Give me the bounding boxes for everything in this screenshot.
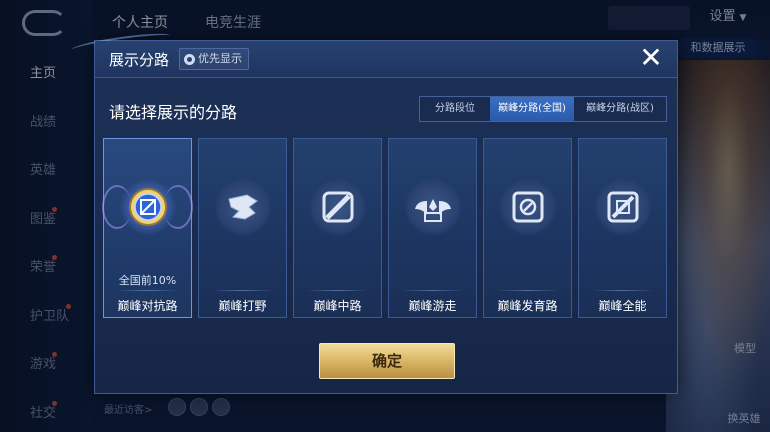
segment-peak-lane-region[interactable]: 巅峰分路(战区) xyxy=(574,97,666,121)
segment-peak-lane-national[interactable]: 巅峰分路(全国) xyxy=(490,97,574,121)
lane-card-support[interactable]: 巅峰游走 xyxy=(388,138,477,318)
lane-card-jungle[interactable]: 巅峰打野 xyxy=(198,138,287,318)
rank-percentile: 全国前10% xyxy=(118,274,177,287)
lane-card-label: 巅峰游走 xyxy=(408,299,457,313)
lane-card-list: 全国前10% 巅峰对抗路 巅峰打野 巅峰中路 巅峰游走 巅峰发育路 巅峰全能 xyxy=(102,138,669,320)
lane-card-bottom[interactable]: 巅峰发育路 xyxy=(483,138,572,318)
lane-card-label: 巅峰打野 xyxy=(218,299,267,313)
gear-icon xyxy=(184,53,195,65)
lane-card-label: 巅峰全能 xyxy=(598,299,647,313)
allround-icon xyxy=(594,179,651,235)
card-divider xyxy=(591,290,654,291)
card-divider xyxy=(496,290,559,291)
crosshair-icon xyxy=(499,179,556,235)
card-divider xyxy=(211,290,274,291)
priority-display-label: 优先显示 xyxy=(198,52,242,65)
modal-title: 展示分路 xyxy=(109,51,170,69)
card-divider xyxy=(401,290,464,291)
card-divider xyxy=(116,290,179,291)
lane-card-label: 巅峰对抗路 xyxy=(117,299,178,313)
lane-card-label: 巅峰中路 xyxy=(313,299,362,313)
card-divider xyxy=(306,290,369,291)
close-icon[interactable]: ✕ xyxy=(637,44,665,73)
lane-display-modal: 展示分路 优先显示 ✕ 请选择展示的分路 分路段位 巅峰分路(全国) 巅峰分路(… xyxy=(70,30,678,394)
wings-icon xyxy=(404,179,461,235)
modal-subtitle: 请选择展示的分路 xyxy=(109,103,238,122)
priority-display-button[interactable]: 优先显示 xyxy=(179,48,249,70)
segment-lane-rank[interactable]: 分路段位 xyxy=(420,97,490,121)
staff-icon xyxy=(309,179,366,235)
sword-shield-icon xyxy=(119,179,176,235)
modal-header: 展示分路 优先显示 ✕ xyxy=(95,41,677,78)
confirm-button[interactable]: 确定 xyxy=(319,343,455,379)
lane-card-label: 巅峰发育路 xyxy=(497,299,558,313)
lane-type-segmented-control: 分路段位 巅峰分路(全国) 巅峰分路(战区) xyxy=(419,96,667,122)
lane-card-mid[interactable]: 巅峰中路 xyxy=(293,138,382,318)
lane-card-top[interactable]: 全国前10% 巅峰对抗路 xyxy=(102,138,193,318)
dragon-icon xyxy=(214,179,271,235)
lane-card-all-round[interactable]: 巅峰全能 xyxy=(578,138,667,318)
